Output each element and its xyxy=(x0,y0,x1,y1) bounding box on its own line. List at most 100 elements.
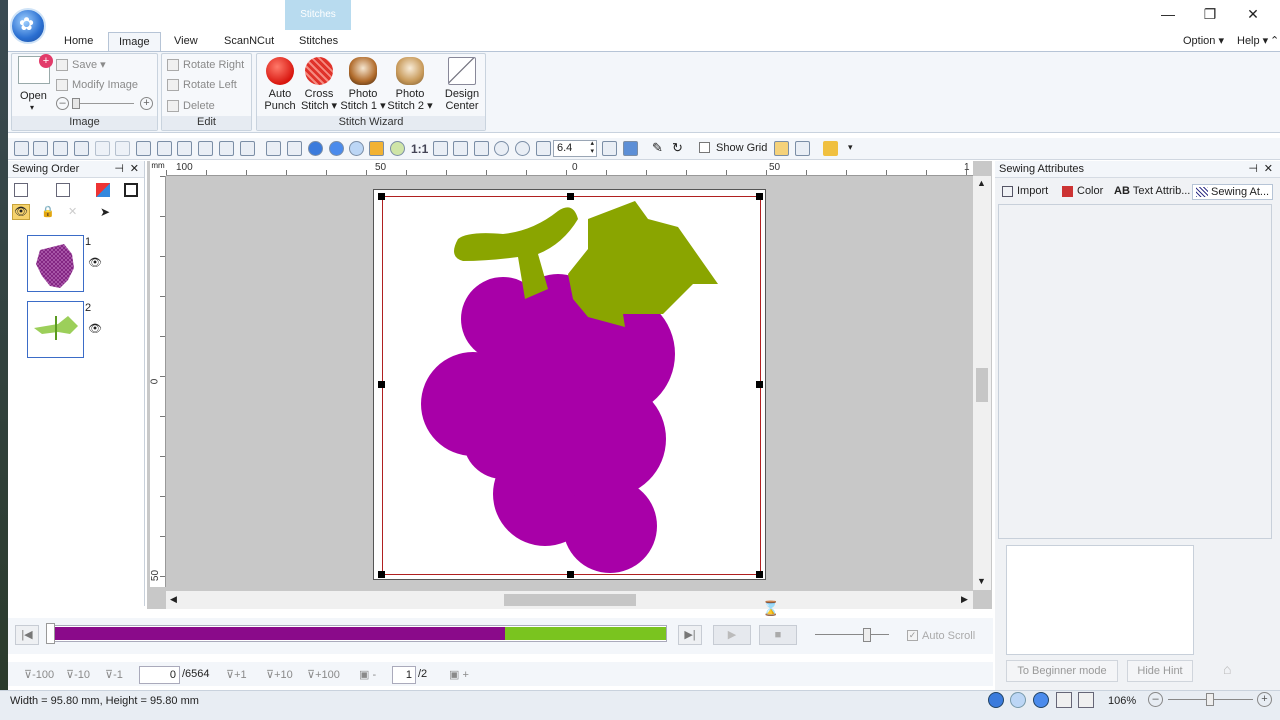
minimize-button[interactable]: — xyxy=(1153,4,1183,24)
pin-icon[interactable]: ⊣ xyxy=(114,161,124,177)
stitch-progress-bar[interactable] xyxy=(46,623,667,644)
view-mode-1-icon[interactable] xyxy=(308,141,323,156)
color-sort-icon[interactable] xyxy=(96,183,110,197)
group-icon[interactable] xyxy=(219,141,234,156)
save-as-icon[interactable] xyxy=(74,141,89,156)
application-menu-button[interactable] xyxy=(10,8,46,44)
design-center-button[interactable]: Design Center xyxy=(440,57,484,112)
pen-tool-icon[interactable]: ✎ xyxy=(652,141,667,156)
close-button[interactable]: ✕ xyxy=(1238,4,1268,24)
panel-close-icon[interactable]: ✕ xyxy=(1264,161,1273,177)
next-color-button[interactable]: ▣ + xyxy=(445,666,473,684)
cross-stitch-button[interactable]: Cross Stitch ▾ xyxy=(299,57,339,112)
go-to-end-button[interactable]: ▶| xyxy=(678,625,702,645)
step-forward-1-button[interactable]: ⊽+1 xyxy=(222,666,251,684)
grape-design[interactable] xyxy=(373,189,766,580)
toolbar-overflow-icon[interactable]: ▾ xyxy=(848,142,853,153)
zoom-fit-icon[interactable] xyxy=(453,141,468,156)
home-hint-icon[interactable]: ⌂ xyxy=(1223,661,1231,677)
actual-size-button[interactable]: 1:1 xyxy=(411,142,428,156)
order-view-icon[interactable] xyxy=(14,183,28,197)
zoom-in-icon[interactable] xyxy=(433,141,448,156)
new-file-icon[interactable] xyxy=(14,141,29,156)
view-mode-2-icon[interactable] xyxy=(329,141,344,156)
to-beginner-mode-button[interactable]: To Beginner mode xyxy=(1006,660,1118,682)
help-menu[interactable]: Help ▾ xyxy=(1237,34,1268,47)
step-forward-100-button[interactable]: ⊽+100 xyxy=(303,666,344,684)
open-dropdown-icon[interactable]: ▾ xyxy=(30,103,34,112)
tab-home[interactable]: Home xyxy=(54,32,103,52)
help-icon[interactable] xyxy=(494,141,509,156)
save-file-icon[interactable] xyxy=(53,141,68,156)
no-sew-icon[interactable]: ✕ xyxy=(68,205,77,218)
auto-scroll-checkbox[interactable]: ✓ xyxy=(907,630,918,641)
tab-view[interactable]: View xyxy=(164,32,208,52)
vertical-scroll-thumb[interactable] xyxy=(976,368,988,402)
frame-icon[interactable] xyxy=(124,183,138,197)
redo-icon[interactable] xyxy=(115,141,130,156)
select-tool-icon[interactable] xyxy=(623,141,638,156)
undo-icon[interactable] xyxy=(95,141,110,156)
visibility-toggle-icon[interactable]: 👁 xyxy=(12,204,30,220)
rotate-left-button[interactable]: Rotate Left xyxy=(167,75,237,95)
preview-icon[interactable] xyxy=(266,141,281,156)
status-view-3-icon[interactable] xyxy=(1033,692,1049,708)
selection-handle[interactable] xyxy=(567,193,574,200)
rotate-right-button[interactable]: Rotate Right xyxy=(167,55,244,75)
selection-handle[interactable] xyxy=(378,571,385,578)
previous-color-button[interactable]: ▣ - xyxy=(355,666,380,684)
image-zoom-slider[interactable]: – + xyxy=(56,97,154,111)
tab-color[interactable]: Color xyxy=(1062,184,1103,200)
zoom-value-input[interactable]: 6.4 ▴ ▾ xyxy=(553,140,597,157)
order-sort-icon[interactable] xyxy=(56,183,70,197)
status-view-1-icon[interactable] xyxy=(988,692,1004,708)
tab-sewing-attributes[interactable]: Sewing At... xyxy=(1192,184,1274,200)
zoom-selection-icon[interactable] xyxy=(474,141,489,156)
copy-icon[interactable] xyxy=(157,141,172,156)
option-menu[interactable]: Option ▾ xyxy=(1183,34,1224,47)
rotate-tool-icon[interactable]: ↻ xyxy=(672,141,687,156)
scroll-right-icon[interactable]: ▶ xyxy=(961,594,968,605)
save-button[interactable]: Save ▾ xyxy=(56,55,106,75)
status-page-icon[interactable] xyxy=(1078,692,1094,708)
play-button[interactable]: ▶ xyxy=(713,625,751,645)
step-back-1-button[interactable]: ⊽-1 xyxy=(101,666,127,684)
sewing-item-2-thumbnail[interactable] xyxy=(27,301,84,358)
status-view-2-icon[interactable] xyxy=(1010,692,1026,708)
delete-button[interactable]: Delete xyxy=(167,96,215,116)
stop-button[interactable]: ■ xyxy=(759,625,797,645)
open-button[interactable]: Open xyxy=(20,90,47,102)
sewing-item-1-eye-icon[interactable]: 👁 xyxy=(88,256,102,269)
scroll-left-icon[interactable]: ◀ xyxy=(170,594,177,605)
show-grid-checkbox[interactable] xyxy=(699,142,710,153)
selection-handle[interactable] xyxy=(567,571,574,578)
transfer-icon[interactable] xyxy=(287,141,302,156)
print-icon[interactable] xyxy=(240,141,255,156)
scroll-down-icon[interactable]: ▼ xyxy=(977,576,986,586)
view-mode-3-icon[interactable] xyxy=(349,141,364,156)
panel-close-icon[interactable]: ✕ xyxy=(130,161,139,177)
cut-icon[interactable] xyxy=(136,141,151,156)
sewing-item-1-thumbnail[interactable] xyxy=(27,235,84,292)
go-to-start-button[interactable]: |◀ xyxy=(15,625,39,645)
stitch-number-input[interactable]: 0 xyxy=(139,666,180,684)
scroll-up-icon[interactable]: ▲ xyxy=(977,178,986,188)
lock-icon[interactable]: 🔒 xyxy=(41,205,55,218)
step-forward-10-button[interactable]: ⊽+10 xyxy=(262,666,297,684)
duplicate-icon[interactable] xyxy=(198,141,213,156)
tab-image[interactable]: Image xyxy=(108,32,161,52)
sewing-item-2-eye-icon[interactable]: 👁 xyxy=(88,322,102,335)
open-file-icon[interactable] xyxy=(33,141,48,156)
photo-stitch-1-button[interactable]: Photo Stitch 1 ▾ xyxy=(340,57,386,112)
tab-scanncut[interactable]: ScanNCut xyxy=(214,32,284,52)
pointer-icon[interactable]: ➤ xyxy=(100,205,110,219)
simulation-speed-slider[interactable] xyxy=(815,628,889,642)
hoop-icon[interactable] xyxy=(602,141,617,156)
paste-icon[interactable] xyxy=(177,141,192,156)
grid-settings-icon[interactable] xyxy=(774,141,789,156)
tab-stitches[interactable]: Stitches xyxy=(289,32,348,52)
background-icon[interactable] xyxy=(390,141,405,156)
ribbon-collapse-icon[interactable]: ⌃ xyxy=(1270,34,1279,47)
tab-text-attributes[interactable]: AB Text Attrib... xyxy=(1114,184,1190,200)
horizontal-scroll-thumb[interactable] xyxy=(504,594,636,606)
